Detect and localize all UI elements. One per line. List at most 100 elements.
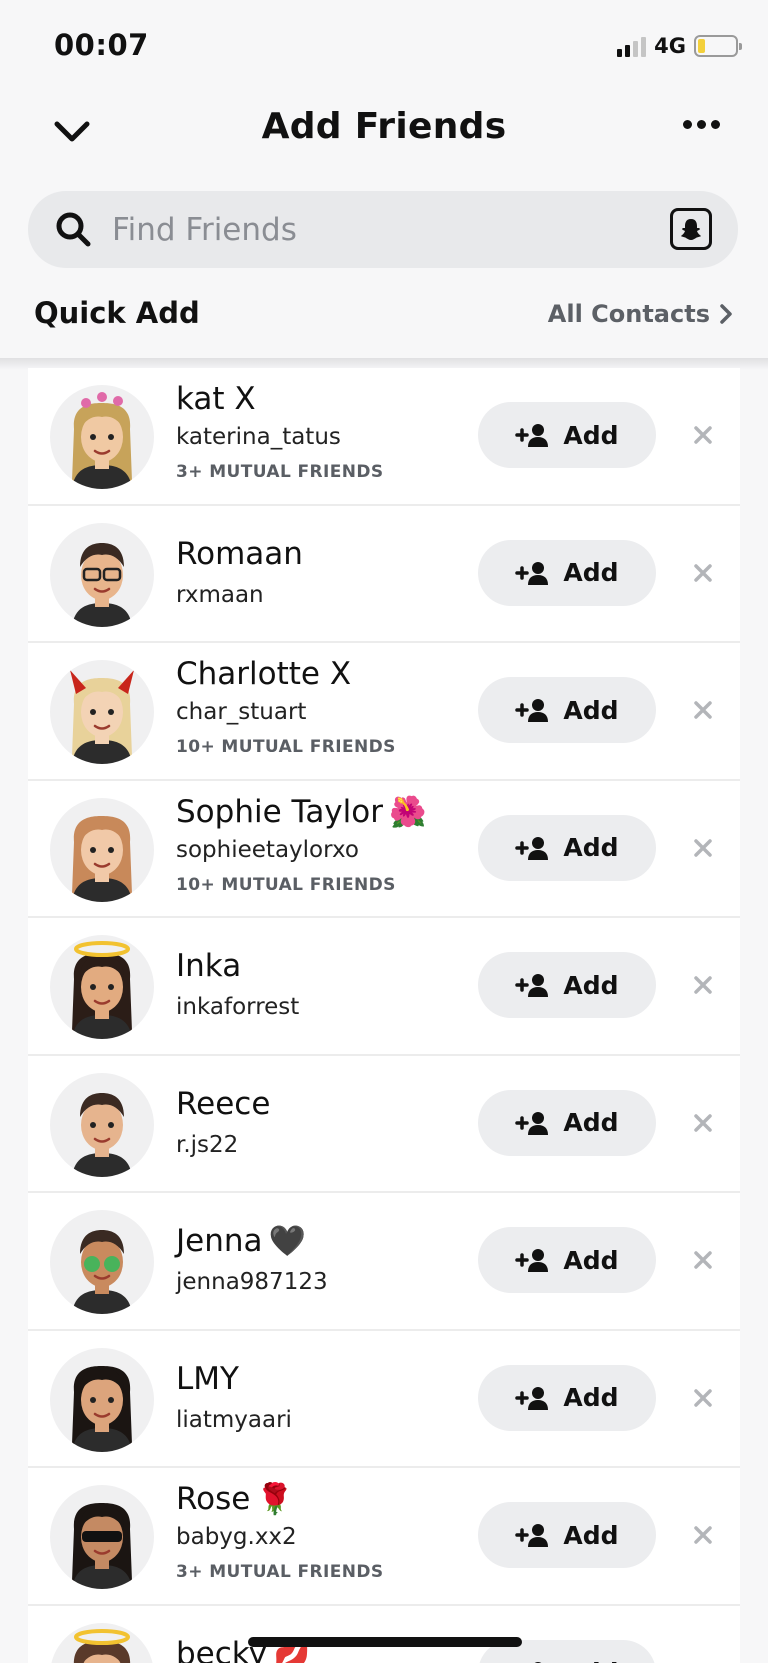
list-item: Rose 🌹 babyg.xx2 3+ MUTUAL FRIENDS Add bbox=[28, 1468, 740, 1606]
name-emoji: 🖤 bbox=[268, 1224, 306, 1259]
list-item: kat X katerina_tatus 3+ MUTUAL FRIENDS A… bbox=[28, 368, 740, 506]
close-icon[interactable] bbox=[688, 420, 718, 450]
list-item: Inka inkaforrest Add bbox=[28, 918, 740, 1056]
friend-username: liatmyaari bbox=[176, 1406, 292, 1433]
avatar-glasses-beard[interactable] bbox=[50, 522, 154, 627]
status-bar: 00:07 4G bbox=[0, 0, 768, 90]
add-friend-button[interactable]: Add bbox=[478, 1089, 656, 1156]
friend-username: rxmaan bbox=[176, 581, 264, 608]
page-title: Add Friends bbox=[261, 106, 507, 147]
add-user-icon bbox=[515, 1524, 549, 1547]
friend-username: char_stuart bbox=[176, 699, 307, 725]
close-icon[interactable] bbox=[688, 833, 718, 863]
friend-username: r.js22 bbox=[176, 1131, 239, 1158]
add-label: Add bbox=[563, 558, 619, 587]
list-item: Romaan rxmaan Add bbox=[28, 505, 740, 643]
add-user-icon bbox=[515, 424, 549, 447]
close-icon[interactable] bbox=[688, 1108, 718, 1138]
all-contacts-label: All Contacts bbox=[547, 300, 710, 328]
add-label: Add bbox=[563, 833, 619, 862]
friend-username: babyg.xx2 bbox=[176, 1524, 297, 1550]
avatar-devil-horns[interactable] bbox=[50, 660, 154, 764]
add-label: Add bbox=[563, 970, 619, 1000]
close-icon[interactable] bbox=[688, 558, 718, 588]
list-item: Sophie Taylor 🌺 sophieetaylorxo 10+ MUTUA… bbox=[28, 780, 740, 918]
list-item: Reece r.js22 Add bbox=[28, 1055, 740, 1193]
friend-name: Charlotte X bbox=[176, 656, 352, 692]
list-item: Charlotte X char_stuart 10+ MUTUAL FRIEN… bbox=[28, 643, 740, 781]
status-time: 00:07 bbox=[54, 28, 149, 62]
add-friend-button[interactable]: Add bbox=[478, 1502, 656, 1568]
add-user-icon bbox=[515, 1386, 549, 1410]
all-contacts-link[interactable]: All Contacts bbox=[548, 300, 732, 328]
add-user-icon bbox=[515, 1111, 549, 1135]
add-user-icon bbox=[534, 1661, 543, 1663]
friend-name: kat X bbox=[176, 381, 256, 417]
chevron-right-icon bbox=[720, 304, 732, 324]
add-label: Add bbox=[563, 695, 619, 725]
add-label: Add bbox=[563, 1658, 618, 1663]
list-item: becky💋 Add bbox=[28, 1605, 740, 1663]
avatar-curly-hair-hearts[interactable] bbox=[50, 385, 154, 489]
add-friend-button[interactable]: Add bbox=[478, 1364, 656, 1431]
list-item: LMY liatmyaari Add bbox=[28, 1330, 740, 1468]
close-icon[interactable] bbox=[688, 695, 718, 725]
add-friend-button[interactable]: Add bbox=[478, 1227, 656, 1293]
home-indicator bbox=[248, 1637, 522, 1647]
mutual-friends-count: 10+ MUTUAL FRIENDS bbox=[176, 737, 396, 757]
mutual-friends-count: 10+ MUTUAL FRIENDS bbox=[176, 874, 396, 895]
header: Add Friends bbox=[0, 92, 768, 172]
close-icon[interactable] bbox=[688, 1658, 718, 1663]
friend-username: jenna987123 bbox=[176, 1269, 328, 1295]
add-friend-button[interactable]: Add bbox=[478, 814, 656, 881]
avatar-short-hair[interactable] bbox=[50, 1072, 154, 1177]
more-options-icon[interactable] bbox=[683, 120, 720, 129]
friend-name: Inka bbox=[176, 948, 242, 984]
add-label: Add bbox=[563, 1245, 619, 1275]
friend-name: LMY bbox=[176, 1360, 239, 1397]
friend-name: Sophie Taylor 🌺 bbox=[176, 793, 427, 830]
add-friend-button[interactable]: Add bbox=[478, 677, 656, 743]
list-item: Jenna 🖤 jenna987123 Add bbox=[28, 1193, 740, 1331]
search-icon bbox=[54, 210, 92, 252]
add-label: Add bbox=[563, 1108, 619, 1137]
name-emoji: 🌺 bbox=[388, 794, 427, 830]
snapcode-scan-icon[interactable] bbox=[670, 208, 712, 250]
friend-name: Rose 🌹 bbox=[176, 1481, 294, 1517]
add-label: Add bbox=[563, 1520, 619, 1550]
friend-name: Reece bbox=[176, 1085, 271, 1122]
name-emoji: 🌹 bbox=[256, 1482, 294, 1517]
close-icon[interactable] bbox=[688, 1383, 718, 1413]
friend-username: sophieetaylorxo bbox=[176, 836, 359, 863]
quick-add-list: kat X katerina_tatus 3+ MUTUAL FRIENDS A… bbox=[28, 368, 740, 1663]
add-friend-button[interactable]: Add bbox=[478, 402, 656, 468]
add-label: Add bbox=[563, 420, 619, 450]
network-label: 4G bbox=[654, 34, 686, 58]
friend-name: Jenna 🖤 bbox=[176, 1223, 306, 1259]
mutual-friends-count: 3+ MUTUAL FRIENDS bbox=[176, 1562, 384, 1582]
close-icon[interactable] bbox=[688, 1520, 718, 1550]
avatar-halo[interactable] bbox=[50, 1622, 154, 1663]
status-indicators: 4G bbox=[617, 34, 742, 58]
close-icon[interactable] bbox=[688, 1245, 718, 1275]
avatar-sunglasses[interactable] bbox=[50, 1485, 154, 1589]
add-user-icon bbox=[515, 974, 549, 997]
add-user-icon bbox=[515, 561, 549, 585]
friend-username: katerina_tatus bbox=[176, 424, 341, 450]
add-label: Add bbox=[563, 1383, 619, 1412]
add-friend-button[interactable]: Add bbox=[478, 952, 656, 1018]
add-user-icon bbox=[515, 836, 549, 860]
signal-icon bbox=[617, 35, 647, 57]
quick-add-header: Quick Add All Contacts bbox=[0, 296, 768, 340]
add-friend-button[interactable]: Add bbox=[478, 539, 656, 606]
avatar-long-hair[interactable] bbox=[50, 797, 154, 902]
avatar-long-dark-hair[interactable] bbox=[50, 1347, 154, 1452]
avatar-halo[interactable] bbox=[50, 935, 154, 1039]
search-bar bbox=[28, 191, 738, 268]
section-title: Quick Add bbox=[34, 296, 200, 330]
search-input[interactable] bbox=[112, 191, 652, 268]
avatar-money-eyes[interactable] bbox=[50, 1210, 154, 1314]
close-icon[interactable] bbox=[688, 970, 718, 1000]
add-user-icon bbox=[515, 699, 549, 722]
add-user-icon bbox=[515, 1249, 549, 1272]
